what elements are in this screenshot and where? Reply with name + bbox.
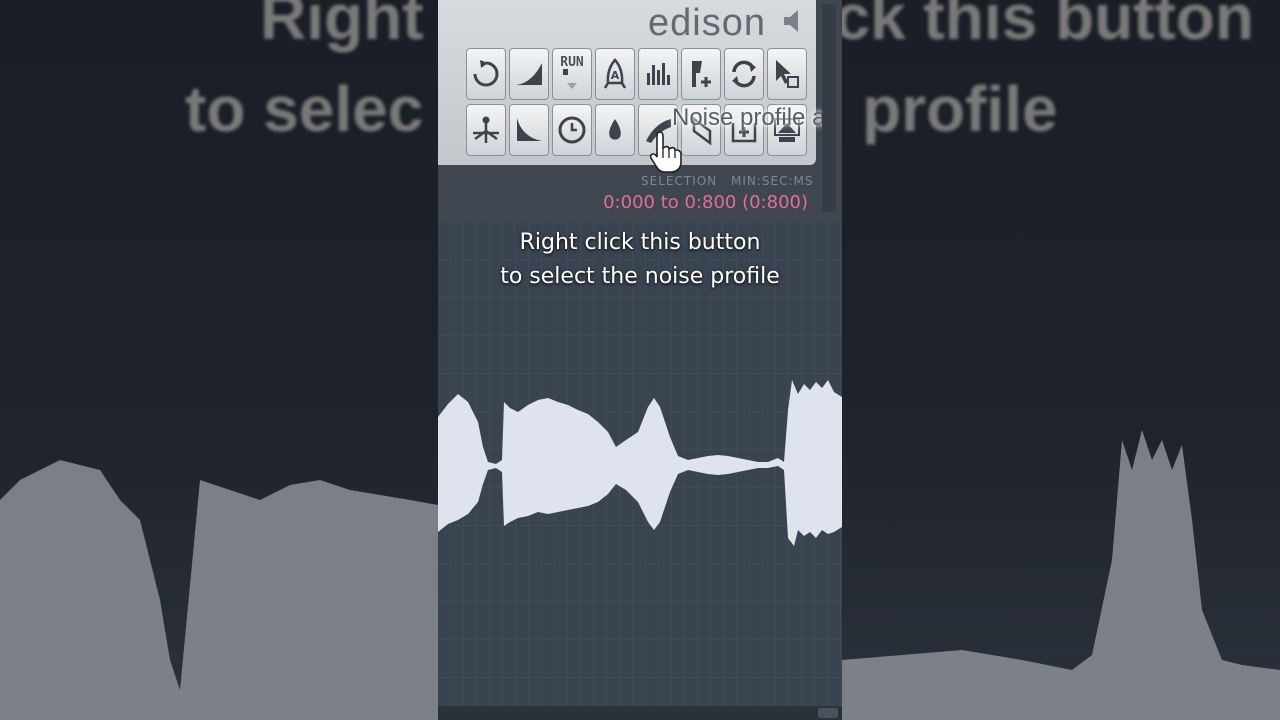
add-marker-icon [692,61,711,87]
selection-range[interactable]: 0:000 to 0:800 (0:800) [603,192,808,213]
add-marker-button[interactable] [681,48,721,100]
vertical-scrollbar[interactable] [822,4,836,212]
svg-text:A: A [611,69,620,82]
fade-out-button[interactable] [509,104,549,156]
rocket-button[interactable]: A [595,48,635,100]
waveform-editor[interactable] [438,222,842,706]
clock-button[interactable] [552,104,592,156]
edison-window: edison RUN A Noise profile a SELECTION M… [438,0,842,720]
fade-in-icon [516,63,542,85]
fade-out-icon [517,118,542,141]
background-right: Right click this button profile [842,0,1280,720]
fade-in-button[interactable] [509,48,549,100]
caption-line-1: Right click this button [519,230,761,255]
horizontal-scroll-thumb[interactable] [818,708,838,718]
edison-logo: edison [648,2,766,44]
run-button[interactable]: RUN [552,48,592,100]
select-cursor-icon [776,60,799,88]
clock-icon [558,116,586,144]
selection-label: SELECTION [641,174,718,188]
horizontal-scrollbar[interactable] [438,706,842,720]
spectrum-button[interactable] [638,48,678,100]
time-units-label: MIN:SEC:MS [731,174,814,188]
waveform-canvas [438,222,842,706]
caption-line-2: to select the noise profile [500,264,780,289]
tooltip-noise-profile: Noise profile a [672,104,826,131]
split-button[interactable] [466,104,506,156]
rocket-icon: A [603,58,627,89]
toolbar-header: edison RUN A Noise profile a [438,0,825,173]
loop-button[interactable] [466,48,506,100]
loop-icon [473,60,499,87]
background-waveform-right [842,430,1280,720]
run-icon [563,69,577,89]
split-icon [473,116,499,143]
drop-icon [609,119,621,140]
spectrum-icon [647,63,670,85]
drop-button[interactable] [595,104,635,156]
edison-top-panel: edison RUN A Noise profile a SELECTION M… [438,0,842,222]
refresh-icon [732,60,756,88]
speaker-icon[interactable] [782,6,808,36]
background-waveform-left [0,460,438,720]
hand-cursor-icon [649,131,682,173]
refresh-button[interactable] [724,48,764,100]
select-cursor-button[interactable] [767,48,807,100]
background-left: Right to selec [0,0,438,720]
